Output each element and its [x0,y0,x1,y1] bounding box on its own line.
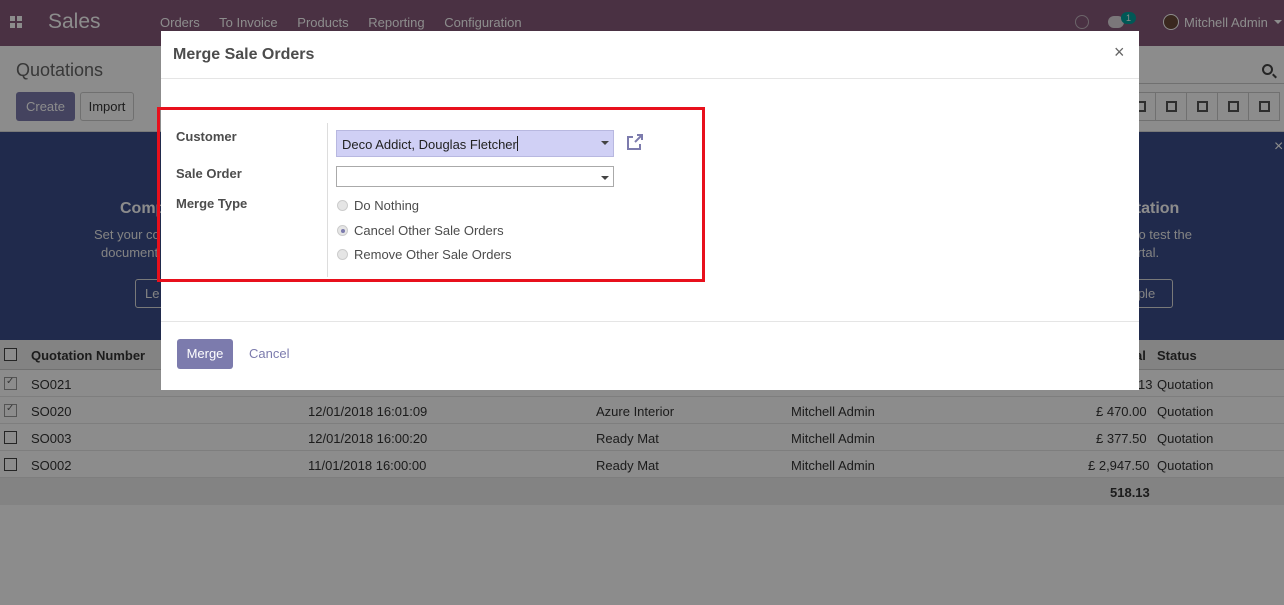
dialog-footer: Merge Cancel [161,321,1139,390]
dialog-header: Merge Sale Orders × [161,31,1139,79]
close-icon[interactable]: × [1114,42,1125,63]
cancel-button[interactable]: Cancel [249,346,289,361]
merge-button[interactable]: Merge [177,339,233,369]
highlight-box [157,107,705,282]
dialog-title: Merge Sale Orders [173,46,315,63]
